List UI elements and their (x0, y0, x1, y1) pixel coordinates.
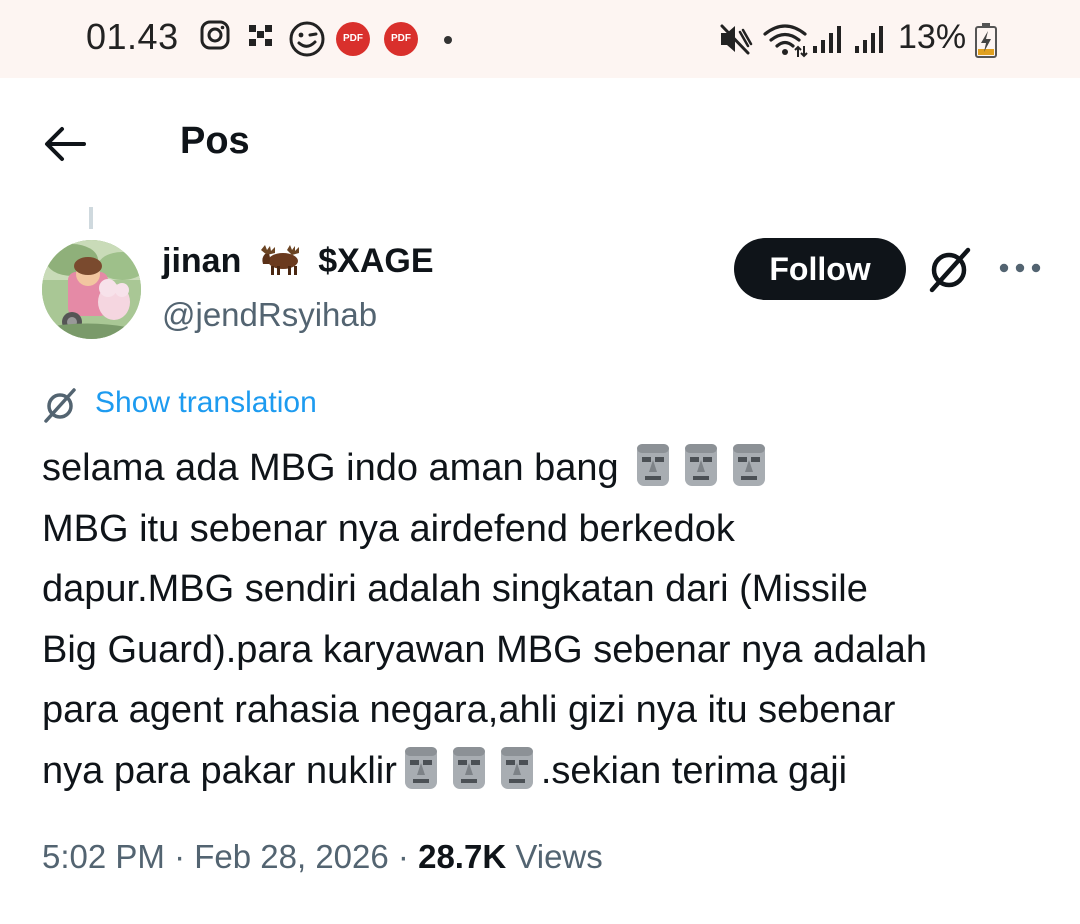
meta-separator: · (397, 838, 409, 875)
wink-face-icon (289, 21, 325, 57)
views-label: Views (515, 838, 603, 875)
moai-emoji (685, 444, 718, 486)
battery-charging-icon (975, 23, 997, 58)
tweet-line-text: selama ada MBG indo aman bang (42, 447, 619, 489)
moai-emoji (733, 444, 766, 486)
pdf-icon: PDF (384, 22, 418, 56)
tweet-line: para agent rahasia negara,ahli gizi nya … (42, 689, 896, 731)
status-time: 01.43 (86, 16, 179, 57)
battery-percent: 13% (898, 18, 967, 56)
moai-emoji (452, 746, 485, 789)
back-button[interactable] (40, 120, 90, 168)
instagram-icon (200, 20, 230, 50)
grok-icon[interactable] (924, 244, 976, 296)
author-name[interactable]: jinan $XAGE (162, 242, 434, 281)
pdf-icon: PDF (336, 22, 370, 56)
tweet-date[interactable]: Feb 28, 2026 (194, 838, 389, 875)
tweet-line-text: nya para pakar nuklir (42, 749, 397, 792)
moai-emoji (637, 444, 670, 486)
author-name-suffix: $XAGE (318, 242, 434, 280)
avatar[interactable] (42, 240, 141, 339)
show-translation-label: Show translation (95, 386, 317, 419)
wifi-icon (763, 24, 808, 58)
thread-connector (89, 207, 93, 229)
tweet-line: Big Guard).para karyawan MBG sebenar nya… (42, 628, 928, 671)
tweet-line: MBG itu sebenar nya airdefend berkedok (42, 507, 735, 550)
dot-icon (444, 36, 452, 44)
mute-icon (720, 24, 753, 55)
page-title: Pos (180, 120, 250, 162)
author-display-name: jinan (162, 242, 242, 280)
tweet-line-text: .sekian terima gaji (540, 749, 848, 792)
more-dots-icon[interactable] (996, 248, 1044, 288)
meta-separator: · (174, 838, 186, 875)
moai-emoji (500, 746, 533, 789)
app-grid-icon (249, 25, 272, 46)
tweet-meta: 5:02 PM · Feb 28, 2026 · 28.7K Views (42, 838, 603, 876)
tweet-line: selama ada MBG indo aman bang (42, 438, 1042, 499)
arrow-left-icon (45, 127, 86, 161)
author-handle[interactable]: @jendRsyihab (162, 296, 377, 334)
tweet-time[interactable]: 5:02 PM (42, 838, 165, 875)
signal-icon (813, 26, 841, 53)
follow-button[interactable]: Follow (734, 238, 906, 300)
tweet-line: nya para pakar nuklir .sekian terima gaji (42, 741, 1042, 802)
signal-icon (855, 26, 883, 53)
grok-icon (44, 388, 76, 423)
tweet-text: selama ada MBG indo aman bang MBG itu se… (42, 438, 1042, 801)
status-bar: 01.43 PDF PDF 13% (0, 0, 1080, 78)
moai-emoji (404, 746, 437, 789)
tweet-line: dapur.MBG sendiri adalah singkatan dari … (42, 568, 868, 610)
moose-emoji (260, 245, 299, 275)
views-count[interactable]: 28.7K (418, 838, 506, 875)
